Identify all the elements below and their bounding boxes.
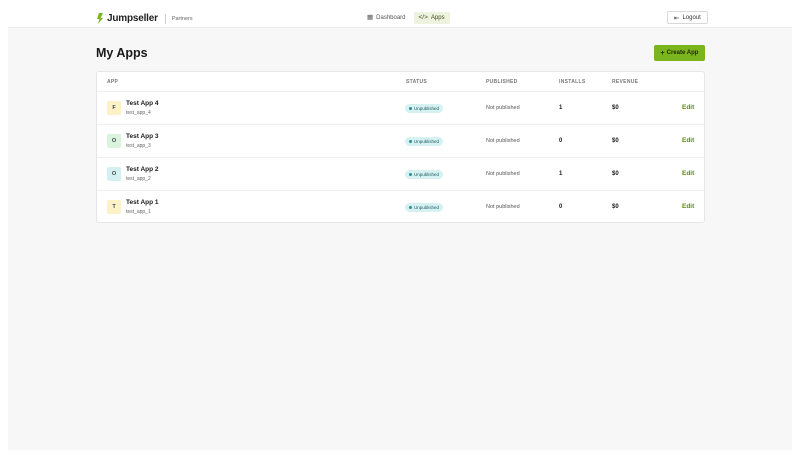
edit-link[interactable]: Edit	[682, 203, 694, 210]
code-icon: </>	[418, 13, 428, 21]
apps-table: APP STATUS PUBLISHED INSTALLS REVENUE F …	[96, 71, 705, 223]
create-app-button[interactable]: + Create App	[654, 45, 705, 61]
app-avatar: F	[107, 101, 121, 115]
col-app: APP	[107, 79, 119, 85]
app-slug: test_app_1	[126, 209, 151, 215]
table-row: T Test App 1 test_app_1 Unpublished Not …	[97, 191, 704, 222]
app-avatar: O	[107, 167, 121, 181]
status-badge: Unpublished	[405, 170, 444, 179]
installs-value: 1	[559, 171, 563, 177]
nav-dashboard[interactable]: ▦ Dashboard	[362, 12, 411, 24]
status-label: Unpublished	[414, 106, 440, 111]
app-name: Test App 3	[126, 133, 159, 140]
status-badge: Unpublished	[405, 104, 444, 113]
nav-apps[interactable]: </> Apps	[413, 12, 450, 24]
brand-name: Jumpseller	[107, 13, 158, 24]
published-value: Not published	[486, 138, 520, 144]
status-dot	[409, 206, 412, 209]
create-app-label: Create App	[666, 50, 699, 56]
status-dot	[409, 173, 412, 176]
status-dot	[409, 140, 412, 143]
installs-value: 0	[559, 138, 563, 144]
published-value: Not published	[486, 204, 520, 210]
app-name: Test App 4	[126, 100, 159, 107]
table-row: F Test App 4 test_app_4 Unpublished Not …	[97, 92, 704, 125]
installs-value: 1	[559, 105, 563, 111]
nav-apps-label: Apps	[430, 15, 445, 21]
edit-link[interactable]: Edit	[682, 170, 694, 177]
col-revenue: REVENUE	[612, 79, 639, 85]
table-row: O Test App 2 test_app_2 Unpublished Not …	[97, 158, 704, 191]
col-installs: INSTALLS	[559, 79, 586, 85]
revenue-value: $0	[612, 105, 619, 111]
table-row: O Test App 3 test_app_3 Unpublished Not …	[97, 125, 704, 158]
status-label: Unpublished	[414, 139, 440, 144]
app-name: Test App 2	[126, 166, 159, 173]
edit-link[interactable]: Edit	[682, 104, 694, 111]
app-frame: Jumpseller Partners ▦ Dashboard </> Apps…	[8, 8, 792, 450]
brand-subtitle: Partners	[171, 15, 193, 22]
app-avatar: O	[107, 134, 121, 148]
revenue-value: $0	[612, 171, 619, 177]
grid-icon: ▦	[367, 13, 374, 21]
installs-value: 0	[559, 204, 563, 210]
logout-label: Logout	[682, 14, 701, 21]
status-badge: Unpublished	[405, 137, 444, 146]
status-badge: Unpublished	[405, 203, 444, 212]
revenue-value: $0	[612, 204, 619, 210]
revenue-value: $0	[612, 138, 619, 144]
brand-divider	[164, 13, 166, 24]
status-dot	[409, 107, 412, 110]
logout-icon: ⇤	[674, 14, 680, 22]
logout-button[interactable]: ⇤ Logout	[667, 11, 708, 24]
app-name: Test App 1	[126, 199, 159, 206]
published-value: Not published	[486, 105, 520, 111]
app-slug: test_app_2	[126, 176, 151, 182]
app-avatar: T	[107, 200, 121, 214]
published-value: Not published	[486, 171, 520, 177]
table-header: APP STATUS PUBLISHED INSTALLS REVENUE	[97, 72, 704, 92]
edit-link[interactable]: Edit	[682, 137, 694, 144]
status-label: Unpublished	[414, 172, 440, 177]
app-slug: test_app_3	[126, 143, 151, 149]
col-published: PUBLISHED	[486, 79, 518, 85]
main-nav: ▦ Dashboard </> Apps	[362, 12, 450, 24]
nav-dashboard-label: Dashboard	[376, 15, 406, 21]
page-title: My Apps	[96, 46, 148, 60]
plus-icon: +	[660, 49, 665, 57]
top-header: Jumpseller Partners ▦ Dashboard </> Apps…	[8, 8, 792, 28]
col-status: STATUS	[406, 79, 428, 85]
jumpseller-logo-icon	[97, 13, 103, 24]
app-slug: test_app_4	[126, 110, 151, 116]
brand-logo[interactable]: Jumpseller Partners	[96, 13, 193, 24]
status-label: Unpublished	[414, 205, 440, 210]
